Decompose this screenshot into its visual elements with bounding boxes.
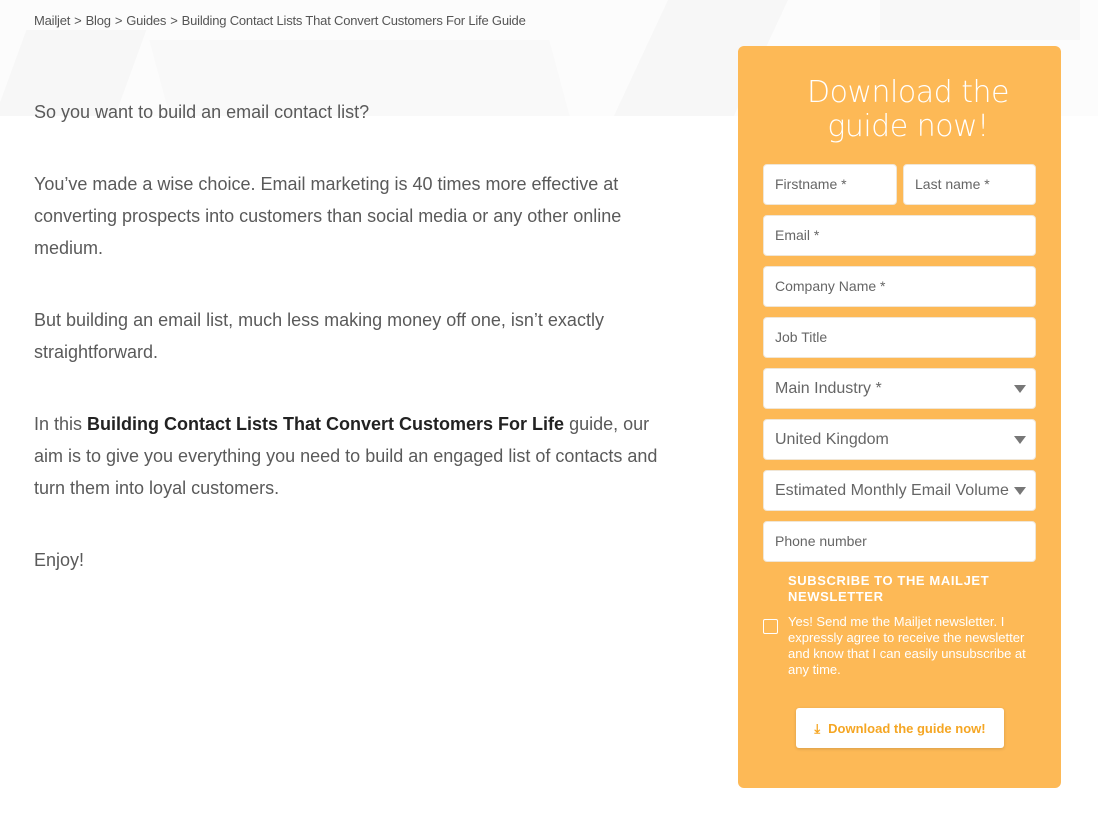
paragraph-effectiveness: You’ve made a wise choice. Email marketi… (34, 174, 622, 258)
paragraph-aim: In this Building Contact Lists That Conv… (34, 408, 674, 504)
breadcrumb-blog[interactable]: Blog (86, 13, 111, 28)
country-select[interactable]: United Kingdom (763, 419, 1036, 460)
phone-input[interactable]: Phone number (763, 521, 1036, 562)
breadcrumb-current: Building Contact Lists That Convert Cust… (181, 13, 526, 28)
breadcrumb-separator: > (114, 13, 123, 28)
closing-paragraph: Enjoy! (34, 550, 85, 570)
download-icon: ⤓ (814, 720, 821, 736)
chevron-down-icon (1014, 487, 1026, 495)
breadcrumb-separator: > (74, 13, 82, 28)
lastname-input[interactable]: Last name * (903, 164, 1036, 205)
form-title: Download the guide now! (807, 75, 1009, 144)
breadcrumb-guides[interactable]: Guides (126, 13, 166, 28)
chevron-down-icon (1014, 436, 1026, 444)
chevron-down-icon (1014, 385, 1026, 393)
breadcrumb-mailjet[interactable]: Mailjet (34, 13, 70, 28)
email-volume-select[interactable]: Estimated Monthly Email Volume (763, 470, 1036, 511)
newsletter-checkbox[interactable] (763, 619, 778, 634)
paragraph-challenge: But building an email list, much less ma… (34, 310, 604, 362)
breadcrumb-separator: > (170, 13, 178, 28)
aim-prefix: In this (34, 414, 88, 434)
newsletter-heading: SUBSCRIBE TO THE MAILJET NEWSLETTER (788, 573, 990, 604)
industry-select[interactable]: Main Industry * (763, 368, 1036, 409)
company-name-input[interactable]: Company Name * (763, 266, 1036, 307)
country-select-value: United Kingdom (775, 431, 889, 448)
download-guide-button[interactable]: ⤓ Download the guide now! (796, 708, 1004, 748)
article-body: So you want to build an email contact li… (34, 96, 674, 616)
firstname-input[interactable]: Firstname * (763, 164, 897, 205)
hero-shape (880, 0, 1080, 40)
email-input[interactable]: Email * (763, 215, 1036, 256)
newsletter-consent-label[interactable]: Yes! Send me the Mailjet newsletter. I e… (788, 614, 1033, 678)
intro-paragraph: So you want to build an email contact li… (34, 102, 370, 122)
guide-name: Building Contact Lists That Convert Cust… (87, 414, 565, 434)
job-title-input[interactable]: Job Title (763, 317, 1036, 358)
email-volume-select-value: Estimated Monthly Email Volume (775, 482, 1009, 499)
industry-select-value: Main Industry * (775, 380, 882, 397)
breadcrumb: Mailjet > Blog > Guides > Building Contact Lis… (34, 13, 526, 28)
download-form: Download the guide now! Firstname * Last… (738, 46, 1061, 788)
download-guide-button-label: Download the guide now! (828, 720, 986, 736)
